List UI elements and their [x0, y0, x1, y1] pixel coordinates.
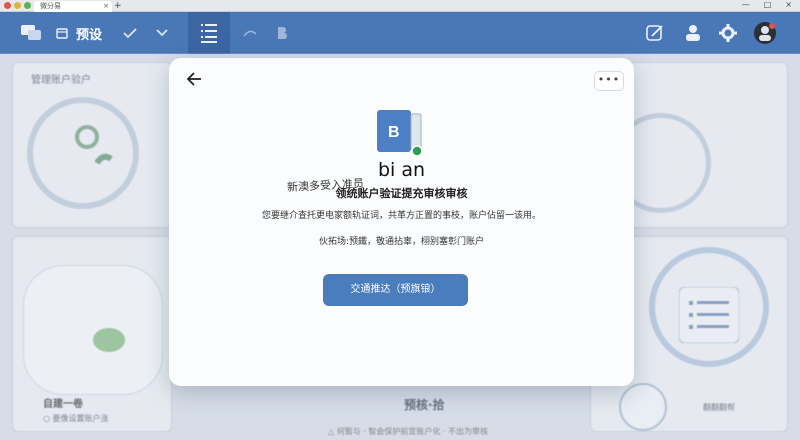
window-controls: — □ × — [742, 0, 792, 9]
calendar-icon — [56, 28, 68, 39]
chat-icon[interactable] — [14, 12, 48, 54]
maximize-dot[interactable] — [24, 2, 31, 9]
window-dots — [4, 2, 31, 9]
browser-tab[interactable]: 微分易 × — [34, 1, 112, 12]
close-dot[interactable] — [4, 2, 11, 9]
close-window-button[interactable]: × — [785, 0, 792, 9]
bold-icon[interactable] — [270, 12, 294, 54]
submit-verification-button[interactable]: 交通推达（预旗锒） — [323, 274, 468, 306]
tab-close-icon[interactable]: × — [103, 1, 109, 12]
logo-letter: B — [388, 124, 400, 141]
tab-title: 微分易 — [40, 2, 61, 10]
back-button[interactable] — [183, 68, 205, 90]
verification-modal: ••• B bi an 新澳多受入准员 领统账户验证提充审核审核 您要继介查托更… — [169, 58, 634, 386]
minimize-button[interactable]: — — [742, 0, 750, 9]
chevron-down-icon[interactable] — [150, 12, 174, 54]
browser-chrome: 微分易 × + — □ × — [0, 0, 800, 12]
app-name: bi an — [377, 159, 426, 181]
maximize-button[interactable]: □ — [764, 0, 772, 9]
minimize-dot[interactable] — [14, 2, 21, 9]
new-tab-button[interactable]: + — [114, 1, 122, 11]
gear-icon[interactable] — [714, 12, 742, 54]
edit-icon[interactable] — [640, 12, 670, 54]
app-logo: B — [377, 110, 423, 156]
preview-label: 预设 — [76, 27, 103, 43]
arrow-left-icon — [186, 72, 201, 86]
modal-description: 您要继介查托更电家额轨证词，共革方正置的事枝，账户佔留一该用。 — [261, 211, 541, 221]
check-icon[interactable] — [118, 12, 142, 54]
more-options-button[interactable]: ••• — [594, 71, 624, 91]
redo-icon[interactable] — [238, 12, 262, 54]
list-menu-icon[interactable] — [188, 12, 230, 54]
app-toolbar: 预设 — [0, 12, 800, 54]
avatar[interactable] — [750, 12, 780, 54]
preview-button[interactable]: 预设 — [56, 12, 112, 54]
modal-hint: 伙拓场:预鐵，敬通拈辜，栩别塞彰门账户 — [318, 237, 485, 247]
modal-title: 领统账户验证提充审核审核 — [335, 187, 468, 200]
user-icon[interactable] — [680, 12, 706, 54]
